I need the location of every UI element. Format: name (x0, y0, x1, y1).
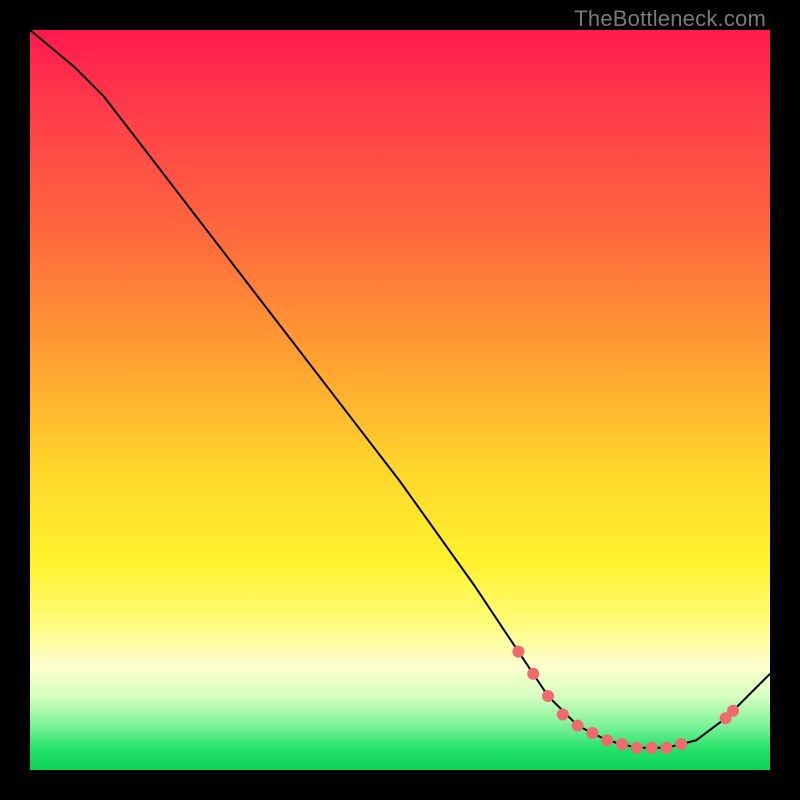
chart-frame: TheBottleneck.com (0, 0, 800, 800)
watermark-text: TheBottleneck.com (574, 6, 766, 32)
data-marker (572, 720, 584, 732)
bottleneck-curve (30, 30, 770, 748)
data-marker (631, 742, 643, 754)
data-marker (512, 646, 524, 658)
data-marker (646, 742, 658, 754)
data-marker (601, 734, 613, 746)
data-marker (616, 738, 628, 750)
plot-area (30, 30, 770, 770)
data-marker (527, 668, 539, 680)
curve-svg (30, 30, 770, 770)
data-marker (675, 738, 687, 750)
data-markers (512, 646, 739, 754)
data-marker (727, 705, 739, 717)
data-marker (660, 742, 672, 754)
data-marker (557, 709, 569, 721)
data-marker (542, 690, 554, 702)
data-marker (586, 727, 598, 739)
